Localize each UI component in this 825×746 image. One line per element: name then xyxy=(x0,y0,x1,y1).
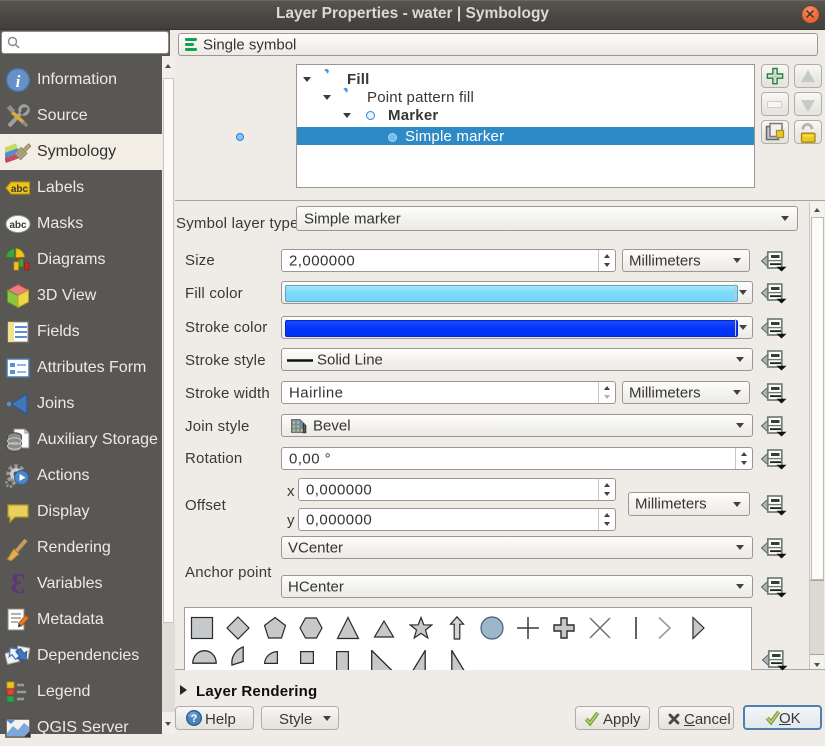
svg-text:i: i xyxy=(16,72,21,91)
svg-text:abc: abc xyxy=(9,220,27,231)
svg-text:abc: abc xyxy=(11,184,29,195)
svg-text:?: ? xyxy=(191,713,198,725)
svg-text:Ɛ: Ɛ xyxy=(11,571,26,597)
